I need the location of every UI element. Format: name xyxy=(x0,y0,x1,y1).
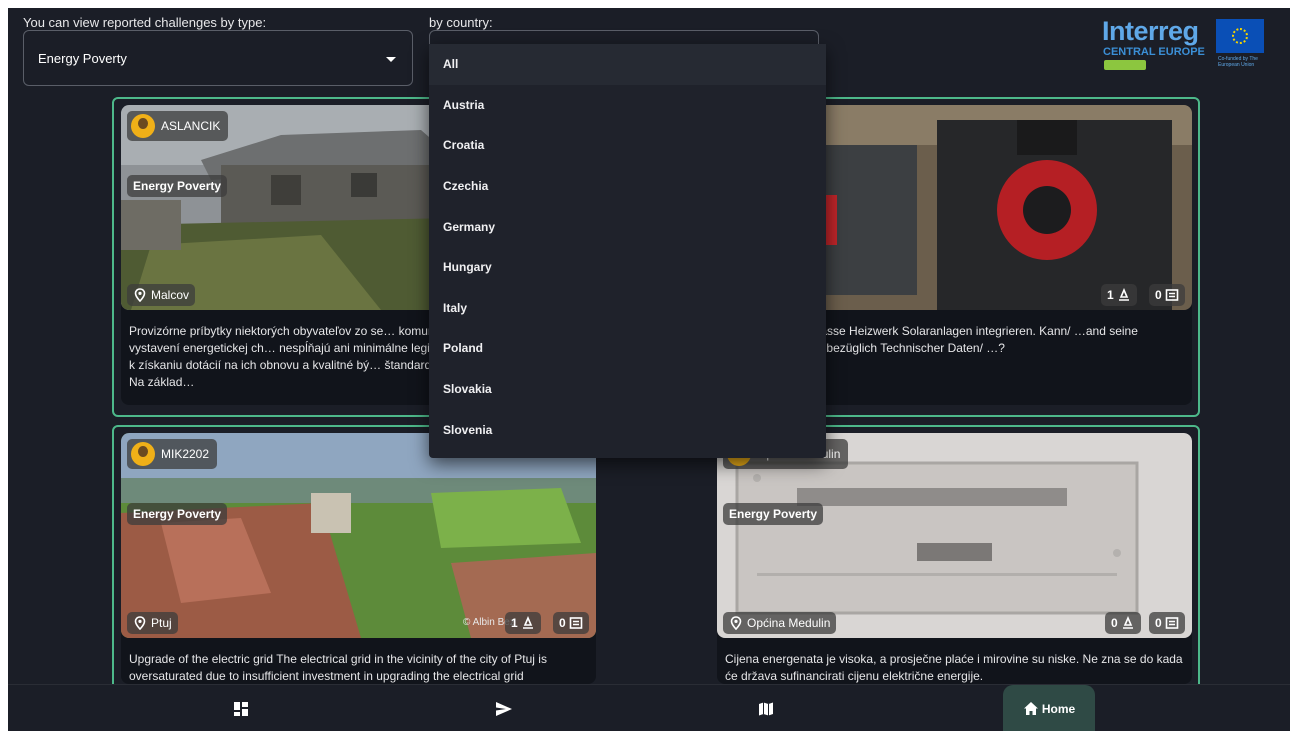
caret-down-icon xyxy=(386,57,396,62)
country-dropdown-menu: All Austria Croatia Czechia Germany Hung… xyxy=(429,44,826,458)
comment-icon xyxy=(569,617,582,629)
country-option-all[interactable]: All xyxy=(429,44,826,85)
home-label: Home xyxy=(1041,701,1076,716)
comments-counter[interactable]: 0 xyxy=(1149,612,1185,634)
type-select[interactable]: Energy Poverty xyxy=(23,30,413,86)
report-support-icon xyxy=(1118,288,1129,301)
card-description: Cijena energenata je visoka, a prosječne… xyxy=(725,652,1183,683)
home-icon xyxy=(1023,702,1038,715)
logo-cofunded: Co-funded by The European Union xyxy=(1218,56,1258,68)
logo-word: Interreg xyxy=(1102,16,1199,46)
location-pin-icon xyxy=(730,616,742,630)
country-filter-label: by country: xyxy=(429,15,493,30)
challenge-card[interactable]: Općina Medulin Energy Poverty Općina Med… xyxy=(717,433,1192,684)
avatar xyxy=(131,442,155,466)
category-badge: Energy Poverty xyxy=(127,175,228,197)
dashboard-icon xyxy=(234,701,248,716)
logo-region: CENTRAL EUROPE xyxy=(1103,46,1205,58)
challenge-card[interactable]: MIK2202 Energy Poverty Ptuj © Albin Bez … xyxy=(121,433,596,684)
location-name: Općina Medulin xyxy=(747,616,831,630)
category-badge: Energy Poverty xyxy=(127,503,228,525)
likes-counter[interactable]: 1 xyxy=(505,612,541,634)
map-icon xyxy=(759,702,773,715)
author-chip[interactable]: ASLANCIK xyxy=(127,111,229,141)
location-chip: Malcov xyxy=(127,284,196,306)
nav-send-button[interactable] xyxy=(481,685,527,731)
type-filter-label: You can view reported challenges by type… xyxy=(23,15,267,30)
bottom-navigation: Home xyxy=(8,684,1290,731)
comments-count: 0 xyxy=(1155,616,1162,630)
author-name: MIK2202 xyxy=(161,447,210,461)
likes-counter[interactable]: 0 xyxy=(1105,612,1141,634)
send-icon xyxy=(496,701,512,716)
country-option-slovakia[interactable]: Slovakia xyxy=(429,369,826,410)
country-option-hungary[interactable]: Hungary xyxy=(429,247,826,288)
country-option-croatia[interactable]: Croatia xyxy=(429,125,826,166)
card-description: Upgrade of the electric grid The electri… xyxy=(129,652,547,683)
nav-home-button[interactable]: Home xyxy=(1003,685,1095,731)
comments-count: 0 xyxy=(559,616,566,630)
country-option-czechia[interactable]: Czechia xyxy=(429,166,826,207)
author-name: ASLANCIK xyxy=(161,119,221,133)
eu-stars-icon xyxy=(1232,28,1248,44)
location-name: Ptuj xyxy=(151,616,172,630)
country-option-italy[interactable]: Italy xyxy=(429,288,826,329)
type-select-value: Energy Poverty xyxy=(38,50,127,66)
nav-map-button[interactable] xyxy=(743,685,789,731)
nav-dashboard-button[interactable] xyxy=(218,685,264,731)
country-option-austria[interactable]: Austria xyxy=(429,85,826,126)
comments-counter[interactable]: 0 xyxy=(553,612,589,634)
author-chip[interactable]: MIK2202 xyxy=(127,439,218,469)
location-pin-icon xyxy=(134,288,146,302)
location-pin-icon xyxy=(134,616,146,630)
category-badge: Energy Poverty xyxy=(723,503,824,525)
comments-count: 0 xyxy=(1155,288,1162,302)
likes-counter[interactable]: 1 xyxy=(1101,284,1137,306)
comments-counter[interactable]: 0 xyxy=(1149,284,1185,306)
report-support-icon xyxy=(522,616,533,629)
likes-count: 1 xyxy=(511,616,518,630)
app-screen: You can view reported challenges by type… xyxy=(8,8,1290,731)
logo-project-badge xyxy=(1104,60,1146,70)
location-name: Malcov xyxy=(151,288,190,302)
likes-count: 0 xyxy=(1111,616,1118,630)
likes-count: 1 xyxy=(1107,288,1114,302)
interreg-logo: Interreg CENTRAL EUROPE Co-funded by The… xyxy=(1102,16,1272,74)
country-option-slovenia[interactable]: Slovenia xyxy=(429,409,826,450)
location-chip: Općina Medulin xyxy=(723,612,837,634)
comment-icon xyxy=(1165,289,1178,301)
report-support-icon xyxy=(1122,616,1133,629)
country-option-germany[interactable]: Germany xyxy=(429,206,826,247)
avatar xyxy=(131,114,155,138)
location-chip: Ptuj xyxy=(127,612,178,634)
comment-icon xyxy=(1165,617,1178,629)
country-option-poland[interactable]: Poland xyxy=(429,328,826,369)
